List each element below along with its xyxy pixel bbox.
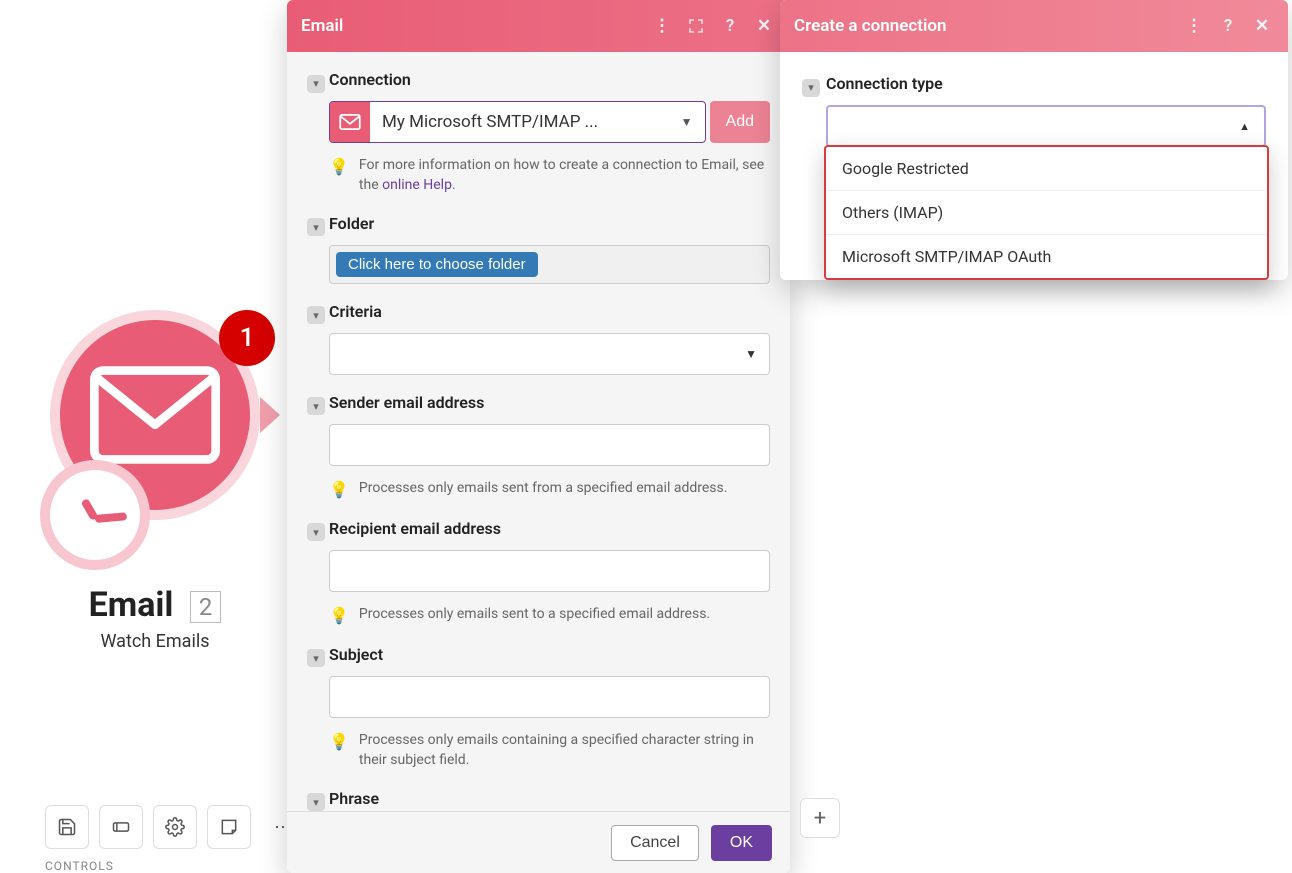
subject-hint: Processes only emails containing a speci…: [359, 730, 770, 771]
lightbulb-icon: 💡: [329, 478, 349, 501]
ok-button[interactable]: OK: [711, 825, 772, 861]
folder-input-wrap: Click here to choose folder: [329, 245, 770, 284]
folder-field: ▾ Folder Click here to choose folder: [307, 214, 770, 284]
connection-field: ▾ Connection My Microsoft SMTP/IMAP ... …: [307, 70, 770, 196]
recipient-label: Recipient email address: [329, 519, 770, 538]
expand-icon[interactable]: [684, 14, 708, 38]
email-icon: [90, 365, 220, 465]
kebab-icon[interactable]: ⋮: [1182, 14, 1206, 38]
chevron-down-icon[interactable]: ▾: [307, 306, 325, 324]
dropdown-option[interactable]: Others (IMAP): [826, 191, 1267, 235]
criteria-field: ▾ Criteria ▼: [307, 302, 770, 375]
subject-label: Subject: [329, 645, 770, 664]
sender-input[interactable]: [329, 424, 770, 466]
conn-panel-title: Create a connection: [794, 16, 947, 36]
help-icon[interactable]: ?: [1216, 14, 1240, 38]
chevron-down-icon[interactable]: ▾: [307, 75, 325, 93]
envelope-icon: [330, 102, 370, 142]
bottom-toolbar: ⋯ CONTROLS: [45, 805, 305, 873]
connection-value: My Microsoft SMTP/IMAP ...: [370, 112, 669, 132]
subject-input[interactable]: [329, 676, 770, 718]
connection-type-field: ▾ Connection type ▲: [802, 74, 1266, 147]
recipient-hint: Processes only emails sent to a specifie…: [359, 604, 770, 627]
email-panel-header: Email ⋮ ? ✕: [287, 0, 790, 52]
chevron-down-icon[interactable]: ▾: [307, 218, 325, 236]
add-connection-button[interactable]: Add: [710, 101, 770, 143]
folder-label: Folder: [329, 214, 770, 233]
hint-suffix: .: [452, 177, 456, 193]
save-icon[interactable]: [45, 805, 89, 849]
email-panel: Email ⋮ ? ✕ ▾ Connection My Microsoft SM…: [287, 0, 790, 873]
chevron-down-icon[interactable]: ▾: [307, 649, 325, 667]
sender-hint: Processes only emails sent from a specif…: [359, 478, 770, 501]
chevron-down-icon[interactable]: ▾: [307, 397, 325, 415]
chevron-down-icon[interactable]: ▾: [307, 793, 325, 811]
sender-field: ▾ Sender email address 💡 Processes only …: [307, 393, 770, 501]
online-help-link[interactable]: online Help: [382, 177, 452, 193]
email-panel-body: ▾ Connection My Microsoft SMTP/IMAP ... …: [287, 52, 790, 811]
choose-folder-button[interactable]: Click here to choose folder: [336, 252, 538, 277]
module-badge: 1: [219, 310, 275, 366]
criteria-select[interactable]: ▼: [329, 333, 770, 375]
connection-type-select[interactable]: ▲: [826, 105, 1266, 147]
connection-type-dropdown: Google Restricted Others (IMAP) Microsof…: [824, 145, 1269, 280]
criteria-label: Criteria: [329, 302, 770, 321]
conn-panel-header: Create a connection ⋮ ? ✕: [780, 0, 1288, 52]
connection-label: Connection: [329, 70, 770, 89]
chevron-down-icon[interactable]: ▾: [307, 523, 325, 541]
caret-up-icon: ▲: [1239, 120, 1250, 133]
lightbulb-icon: 💡: [329, 155, 349, 196]
module-title: Email 2: [25, 585, 285, 625]
recipient-input[interactable]: [329, 550, 770, 592]
gear-icon[interactable]: [153, 805, 197, 849]
connection-hint: For more information on how to create a …: [359, 155, 770, 196]
dropdown-option[interactable]: Google Restricted: [826, 147, 1267, 191]
cancel-button[interactable]: Cancel: [611, 825, 699, 861]
sender-label: Sender email address: [329, 393, 770, 412]
lightbulb-icon: 💡: [329, 730, 349, 771]
toolbar-label: CONTROLS: [45, 859, 305, 873]
add-module-button[interactable]: +: [800, 798, 840, 838]
clock-icon[interactable]: [40, 460, 150, 570]
subject-field: ▾ Subject 💡 Processes only emails contai…: [307, 645, 770, 771]
caret-down-icon: ▼: [669, 115, 705, 129]
recipient-field: ▾ Recipient email address 💡 Processes on…: [307, 519, 770, 627]
module-subtitle: Watch Emails: [25, 631, 285, 652]
phrase-field: ▾ Phrase: [307, 789, 770, 811]
kebab-icon[interactable]: ⋮: [650, 14, 674, 38]
plus-icon: +: [814, 806, 826, 831]
chevron-down-icon[interactable]: ▾: [802, 79, 820, 97]
close-icon[interactable]: ✕: [752, 14, 776, 38]
module-name: Email: [89, 585, 174, 625]
connection-select[interactable]: My Microsoft SMTP/IMAP ... ▼: [329, 101, 706, 143]
module-node: 1 Email 2 Watch Emails: [25, 305, 285, 652]
email-panel-title: Email: [301, 16, 343, 36]
caret-down-icon: ▼: [745, 347, 757, 361]
email-panel-footer: Cancel OK: [287, 811, 790, 873]
close-icon[interactable]: ✕: [1250, 14, 1274, 38]
module-count: 2: [190, 591, 222, 623]
dropdown-option[interactable]: Microsoft SMTP/IMAP OAuth: [826, 235, 1267, 278]
controls-icon[interactable]: [99, 805, 143, 849]
module-circle[interactable]: 1: [45, 305, 265, 525]
lightbulb-icon: 💡: [329, 604, 349, 627]
phrase-label: Phrase: [329, 789, 770, 808]
module-connector: [260, 397, 280, 433]
help-icon[interactable]: ?: [718, 14, 742, 38]
connection-type-label: Connection type: [826, 74, 1266, 93]
note-icon[interactable]: [207, 805, 251, 849]
